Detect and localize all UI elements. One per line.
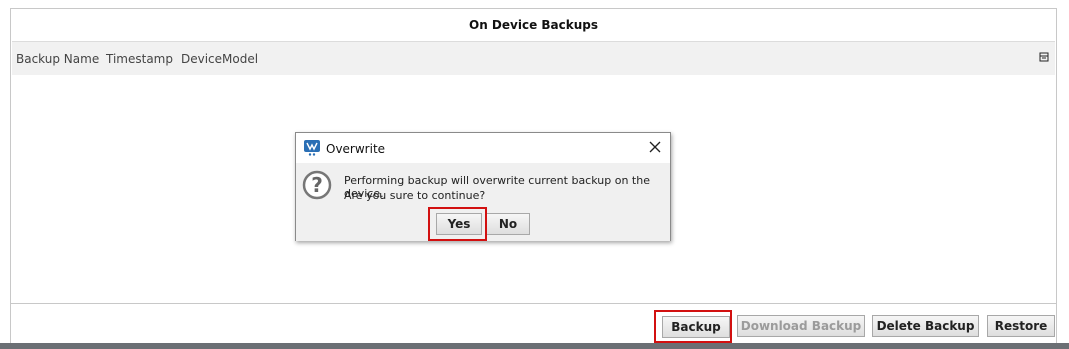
dialog-title: Overwrite [326, 142, 386, 156]
restore-button[interactable]: Restore [987, 315, 1055, 337]
app-logo-icon [304, 140, 320, 156]
svg-text:?: ? [311, 173, 323, 197]
window-bottom-bar [0, 343, 1069, 349]
delete-backup-button[interactable]: Delete Backup [872, 315, 979, 337]
table-header: Backup Name Timestamp DeviceModel [12, 41, 1055, 75]
question-icon: ? [302, 170, 332, 200]
yes-button-highlight [428, 207, 487, 241]
no-button[interactable]: No [486, 213, 530, 235]
dialog-message-line-2: Are you sure to continue? [344, 189, 486, 202]
footer-divider [11, 303, 1056, 304]
column-header-timestamp[interactable]: Timestamp [106, 52, 173, 66]
column-header-device-model[interactable]: DeviceModel [181, 52, 258, 66]
backup-button-highlight [654, 310, 732, 343]
download-backup-button[interactable]: Download Backup [737, 315, 865, 337]
column-header-backup-name[interactable]: Backup Name [16, 52, 99, 66]
close-icon[interactable] [648, 140, 662, 154]
panel-title: On Device Backups [469, 18, 598, 32]
dialog-titlebar: Overwrite [296, 133, 670, 163]
column-menu-icon[interactable] [1039, 52, 1049, 62]
